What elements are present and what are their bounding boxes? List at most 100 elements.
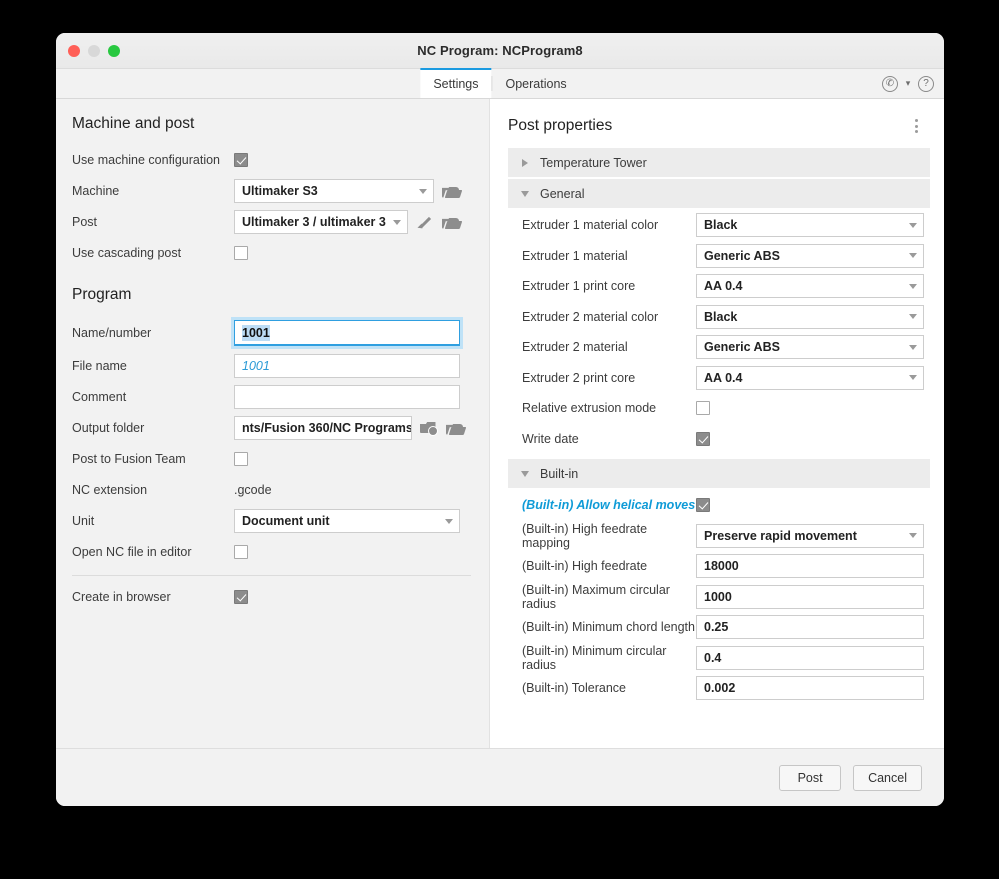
high-feedrate-mapping-dropdown[interactable]: Preserve rapid movement [696,523,924,548]
property-row: Extruder 2 print core AA 0.4 [508,363,930,394]
use-cascading-post-label: Use cascading post [72,246,182,260]
extruder-1-print-core-dropdown[interactable]: AA 0.4 [696,274,924,299]
extruder-2-material-dropdown[interactable]: Generic ABS [696,335,924,360]
post-to-fusion-team-label: Post to Fusion Team [72,452,186,466]
extruder-1-material-color-dropdown[interactable]: Black [696,213,924,238]
name-number-label: Name/number [72,326,152,340]
nc-program-dialog: NC Program: NCProgram8 Settings Operatio… [56,33,944,806]
phone-support-icon[interactable]: ✆ [882,75,898,92]
property-value: Generic ABS [704,340,780,355]
tab-bar: Settings Operations ✆ ▾ ? [56,68,944,99]
machine-browse-button[interactable] [441,182,460,201]
nc-extension-value: .gcode [234,483,272,497]
tab-operations-label: Operations [505,76,567,91]
unit-dropdown[interactable]: Document unit [234,509,460,533]
machine-label: Machine [72,184,120,198]
comment-label: Comment [72,390,127,404]
property-value: 0.4 [704,650,722,665]
post-browse-button[interactable] [441,213,460,232]
property-value: Preserve rapid movement [704,528,857,543]
comment-input[interactable] [234,385,460,409]
more-options-icon[interactable] [909,115,924,137]
chevron-down-icon[interactable]: ▾ [903,78,913,89]
property-row: Extruder 1 material Generic ABS [508,241,930,272]
create-in-browser-label: Create in browser [72,590,171,604]
row-machine: Machine Ultimaker S3 [72,176,471,206]
property-row: (Built-in) Tolerance 0.002 [508,673,930,704]
output-folder-label: Output folder [72,421,145,435]
row-unit: Unit Document unit [72,506,471,536]
minimum-circular-radius-input[interactable]: 0.4 [696,645,924,670]
post-label: Post [72,215,98,229]
property-label: Extruder 2 print core [522,370,636,385]
dialog-footer: Post Cancel [56,748,944,806]
file-name-label: File name [72,359,127,373]
output-folder-browse-button[interactable] [445,419,464,438]
property-value: 1000 [704,589,732,604]
folder-icon [446,422,463,435]
group-header-temperature-tower[interactable]: Temperature Tower [508,148,930,177]
chevron-down-icon [909,283,917,289]
high-feedrate-input[interactable]: 18000 [696,554,924,579]
row-post-to-fusion-team: Post to Fusion Team [72,444,471,474]
folder-icon [442,185,459,198]
extruder-2-material-color-dropdown[interactable]: Black [696,304,924,329]
output-folder-recent-button[interactable] [419,419,438,438]
cancel-button[interactable]: Cancel [853,764,922,791]
post-properties-header: Post properties [508,115,930,137]
post-properties-heading: Post properties [508,117,613,134]
extruder-2-print-core-dropdown[interactable]: AA 0.4 [696,365,924,390]
group-header-general[interactable]: General [508,179,930,208]
tab-settings[interactable]: Settings [420,68,492,98]
name-number-input[interactable]: 1001 [234,320,460,346]
tab-operations[interactable]: Operations [493,69,580,98]
output-folder-input[interactable]: nts/Fusion 360/NC Programs [234,416,412,440]
post-value: Ultimaker 3 / ultimaker 3 [242,215,386,229]
property-label: Extruder 1 material [522,248,628,263]
group-header-built-in[interactable]: Built-in [508,459,930,488]
help-icon[interactable]: ? [918,75,934,92]
property-label: Extruder 2 material [522,340,628,355]
pencil-icon [418,215,432,229]
program-heading: Program [72,286,132,303]
minimum-chord-length-input[interactable]: 0.25 [696,615,924,640]
row-file-name: File name 1001 [72,351,471,381]
property-value: AA 0.4 [704,279,743,294]
group-label-built-in: Built-in [540,466,579,481]
output-folder-value: nts/Fusion 360/NC Programs [242,421,412,435]
machine-dropdown[interactable]: Ultimaker S3 [234,179,434,203]
property-row: Extruder 2 material Generic ABS [508,332,930,363]
property-row: Relative extrusion mode [508,393,930,424]
property-label: (Built-in) High feedrate [522,559,648,574]
file-name-input[interactable]: 1001 [234,354,460,378]
use-cascading-post-checkbox[interactable] [234,246,248,260]
allow-helical-moves-checkbox[interactable] [696,498,710,513]
post-edit-button[interactable] [415,213,434,232]
row-output-folder: Output folder nts/Fusion 360/NC Programs [72,413,471,443]
post-button[interactable]: Post [779,764,842,791]
open-nc-file-in-editor-checkbox[interactable] [234,545,248,559]
use-machine-configuration-checkbox[interactable] [234,153,248,167]
chevron-down-icon [445,518,453,524]
folder-recent-icon [420,421,438,436]
chevron-right-icon [518,159,532,167]
tab-settings-label: Settings [433,77,479,91]
post-dropdown[interactable]: Ultimaker 3 / ultimaker 3 [234,210,408,234]
property-value: 18000 [704,559,739,574]
chevron-down-icon [419,188,427,194]
relative-extrusion-mode-checkbox[interactable] [696,401,710,416]
property-value: Generic ABS [704,248,780,263]
write-date-checkbox[interactable] [696,431,710,446]
post-to-fusion-team-checkbox[interactable] [234,452,248,466]
maximum-circular-radius-input[interactable]: 1000 [696,584,924,609]
extruder-1-material-dropdown[interactable]: Generic ABS [696,243,924,268]
property-row: (Built-in) Minimum circular radius 0.4 [508,643,930,674]
file-name-value: 1001 [242,359,270,373]
property-row: Extruder 1 print core AA 0.4 [508,271,930,302]
tolerance-input[interactable]: 0.002 [696,676,924,701]
property-row: Extruder 2 material color Black [508,302,930,333]
titlebar-icon-group: ✆ ▾ ? [882,69,934,98]
chevron-down-icon [518,471,532,477]
property-value: AA 0.4 [704,370,743,385]
create-in-browser-checkbox[interactable] [234,590,248,604]
